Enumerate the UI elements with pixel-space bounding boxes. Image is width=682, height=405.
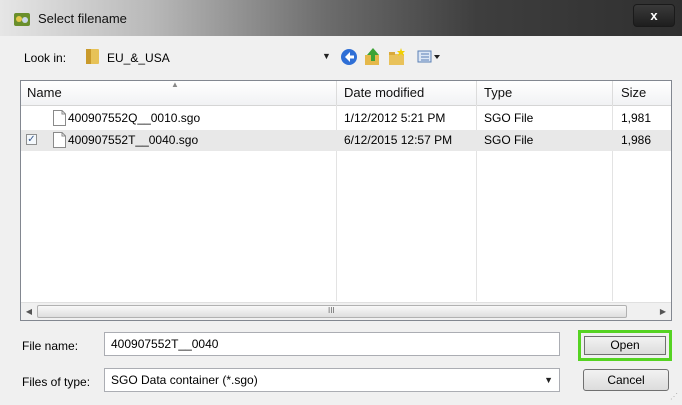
up-folder-icon[interactable] xyxy=(363,47,383,67)
file-icon xyxy=(53,110,66,126)
scroll-right-icon[interactable]: ▶ xyxy=(657,306,669,318)
file-list[interactable]: ▲ Name Date modified Type Size 400907552… xyxy=(20,80,672,321)
file-name-cell: 400907552T__0040.sgo xyxy=(68,133,199,147)
column-header-type[interactable]: Type xyxy=(484,81,512,105)
files-of-type-label: Files of type: xyxy=(22,375,91,389)
back-icon[interactable] xyxy=(339,47,359,67)
date-cell: 1/12/2012 5:21 PM xyxy=(344,111,446,125)
chevron-down-icon[interactable]: ▼ xyxy=(322,51,331,61)
chevron-down-icon[interactable]: ▼ xyxy=(544,369,553,391)
close-button[interactable]: x xyxy=(633,4,675,27)
row-checkbox[interactable]: ✓ xyxy=(26,134,37,145)
file-row[interactable]: 400907552Q__0010.sgo 1/12/2012 5:21 PM S… xyxy=(21,108,671,129)
select-filename-dialog: Select filename x Look in: EU_&_USA ▼ ▲ … xyxy=(0,0,682,405)
scroll-grip: III xyxy=(328,306,335,315)
look-in-combo[interactable]: EU_&_USA xyxy=(77,43,337,71)
look-in-value: EU_&_USA xyxy=(107,51,170,65)
view-menu-icon[interactable] xyxy=(416,47,442,67)
scroll-thumb[interactable]: III xyxy=(37,305,627,318)
type-cell: SGO File xyxy=(484,111,534,125)
cancel-button[interactable]: Cancel xyxy=(583,369,669,391)
file-name-cell: 400907552Q__0010.sgo xyxy=(68,111,201,125)
column-header-size[interactable]: Size xyxy=(621,81,646,105)
file-name-input[interactable]: 400907552T__0040 xyxy=(104,332,560,356)
file-name-label: File name: xyxy=(22,339,79,353)
size-cell: 1,986 xyxy=(621,133,652,147)
column-header-date[interactable]: Date modified xyxy=(344,81,424,105)
new-folder-icon[interactable] xyxy=(387,47,407,67)
size-cell: 1,981 xyxy=(621,111,652,125)
files-of-type-value: SGO Data container (*.sgo) xyxy=(111,373,258,387)
type-cell: SGO File xyxy=(484,133,534,147)
date-cell: 6/12/2015 12:57 PM xyxy=(344,133,453,147)
column-divider[interactable] xyxy=(336,81,337,105)
column-divider[interactable] xyxy=(612,81,613,105)
open-button[interactable]: Open xyxy=(584,336,666,355)
folder-icon xyxy=(86,49,99,64)
column-header-name[interactable]: Name xyxy=(27,81,62,105)
app-icon xyxy=(14,13,30,26)
horizontal-scrollbar[interactable]: ◀ III ▶ xyxy=(21,302,671,320)
window-title: Select filename xyxy=(38,11,127,26)
resize-grip-icon[interactable]: ⋰ xyxy=(670,392,680,402)
file-row-selected[interactable]: ✓ 400907552T__0040.sgo 6/12/2015 12:57 P… xyxy=(21,130,671,151)
title-bar[interactable]: Select filename x xyxy=(0,0,682,36)
column-header-row: ▲ Name Date modified Type Size xyxy=(21,81,671,106)
scroll-left-icon[interactable]: ◀ xyxy=(23,306,35,318)
file-icon xyxy=(53,132,66,148)
sort-ascending-icon: ▲ xyxy=(171,80,179,89)
column-divider[interactable] xyxy=(476,81,477,105)
files-of-type-select[interactable]: SGO Data container (*.sgo) ▼ xyxy=(104,368,560,392)
look-in-label: Look in: xyxy=(24,51,67,65)
